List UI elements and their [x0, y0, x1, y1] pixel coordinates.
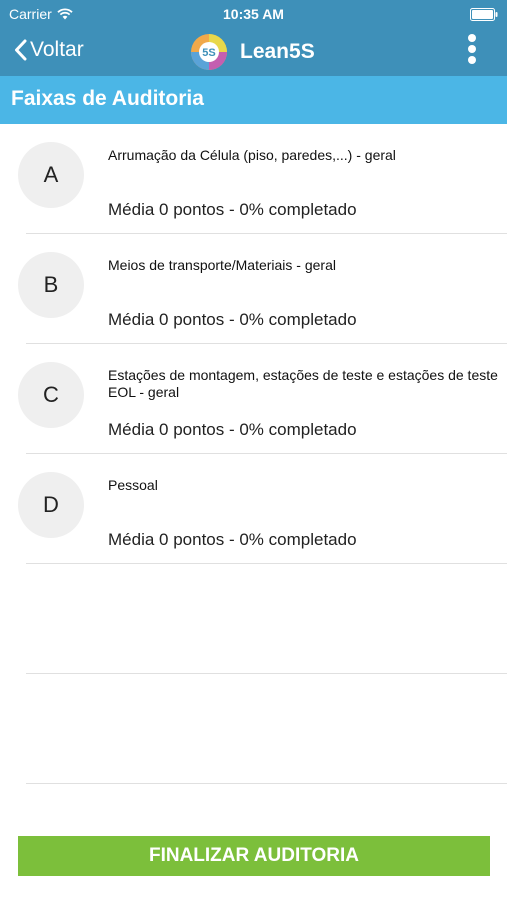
- band-letter-badge: D: [18, 472, 84, 538]
- audit-band-item-b[interactable]: B Meios de transporte/Materiais - geral …: [18, 234, 507, 344]
- band-letter-badge: A: [18, 142, 84, 208]
- more-options-button[interactable]: [465, 32, 479, 68]
- back-button-label: Voltar: [30, 38, 84, 61]
- app-title-label: Lean5S: [240, 40, 315, 63]
- band-title: Meios de transporte/Materiais - geral: [108, 257, 336, 273]
- app-title: 5S Lean5S: [190, 33, 315, 71]
- band-title: Estações de montagem, estações de teste …: [108, 367, 498, 400]
- audit-band-item-c[interactable]: C Estações de montagem, estações de test…: [18, 344, 507, 454]
- section-header: Faixas de Auditoria: [0, 76, 507, 124]
- empty-row: [26, 674, 507, 784]
- vertical-dots-icon: [465, 34, 479, 64]
- band-progress: Média 0 pontos - 0% completado: [108, 420, 357, 439]
- band-title: Pessoal: [108, 477, 158, 493]
- band-letter-badge: C: [18, 362, 84, 428]
- logo-text: 5S: [202, 47, 215, 59]
- navigation-bar: Voltar 5S Lean5S: [0, 28, 507, 76]
- lean5s-logo-icon: 5S: [191, 34, 227, 70]
- band-letter-badge: B: [18, 252, 84, 318]
- audit-band-list: A Arrumação da Célula (piso, paredes,...…: [0, 124, 507, 784]
- band-progress: Média 0 pontos - 0% completado: [108, 200, 357, 219]
- band-progress: Média 0 pontos - 0% completado: [108, 310, 357, 329]
- audit-band-item-a[interactable]: A Arrumação da Célula (piso, paredes,...…: [18, 124, 507, 234]
- battery-icon: [470, 8, 498, 24]
- back-button[interactable]: Voltar: [14, 38, 84, 62]
- status-bar: Carrier 10:35 AM: [0, 0, 507, 28]
- section-title: Faixas de Auditoria: [11, 87, 204, 110]
- chevron-left-icon: [15, 39, 27, 61]
- band-title: Arrumação da Célula (piso, paredes,...) …: [108, 147, 396, 163]
- band-progress: Média 0 pontos - 0% completado: [108, 530, 357, 549]
- empty-row: [26, 564, 507, 674]
- clock: 10:35 AM: [223, 6, 284, 22]
- audit-band-item-d[interactable]: D Pessoal Média 0 pontos - 0% completado: [18, 454, 507, 564]
- finish-audit-button[interactable]: FINALIZAR AUDITORIA: [18, 836, 490, 876]
